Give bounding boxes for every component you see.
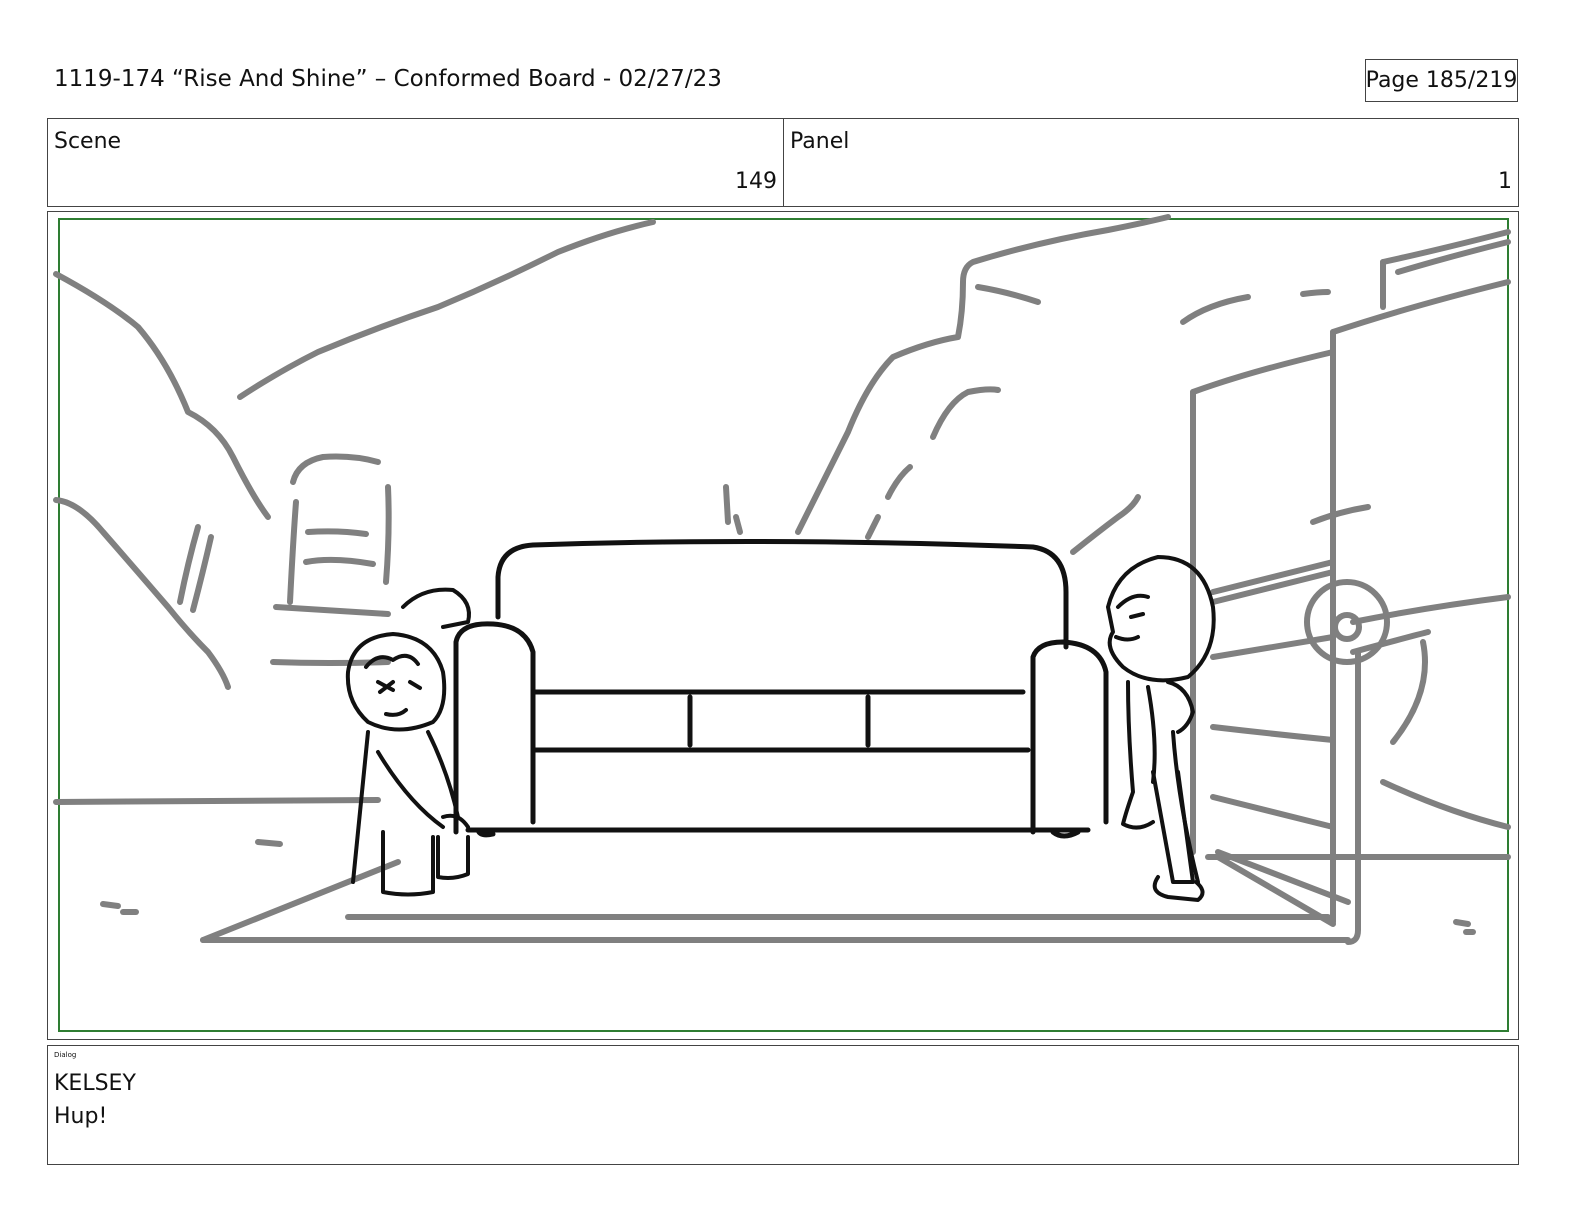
panel-number: 1 — [1498, 169, 1512, 194]
right-character — [1106, 555, 1216, 902]
storyboard-frame — [47, 211, 1519, 1040]
couch-sketch — [453, 538, 1109, 839]
panel-label: Panel — [790, 129, 850, 154]
kelsey-character — [345, 587, 471, 897]
dialog-line: Hup! — [54, 1104, 108, 1129]
dialog-label: Dialog — [54, 1051, 77, 1059]
scene-panel-info: Scene 149 Panel 1 — [47, 118, 1519, 207]
scene-cell: Scene 149 — [48, 119, 784, 206]
panel-cell: Panel 1 — [784, 119, 1518, 206]
scene-number: 149 — [735, 169, 777, 194]
dialog-speaker: KELSEY — [54, 1071, 136, 1096]
dialog-box: Dialog KELSEY Hup! — [47, 1045, 1519, 1165]
page-number: Page 185/219 — [1365, 59, 1518, 102]
board-title: 1119-174 “Rise And Shine” – Conformed Bo… — [54, 66, 722, 92]
scene-label: Scene — [54, 129, 122, 154]
storyboard-drawing — [53, 214, 1511, 1032]
background-sketch — [53, 214, 1511, 945]
